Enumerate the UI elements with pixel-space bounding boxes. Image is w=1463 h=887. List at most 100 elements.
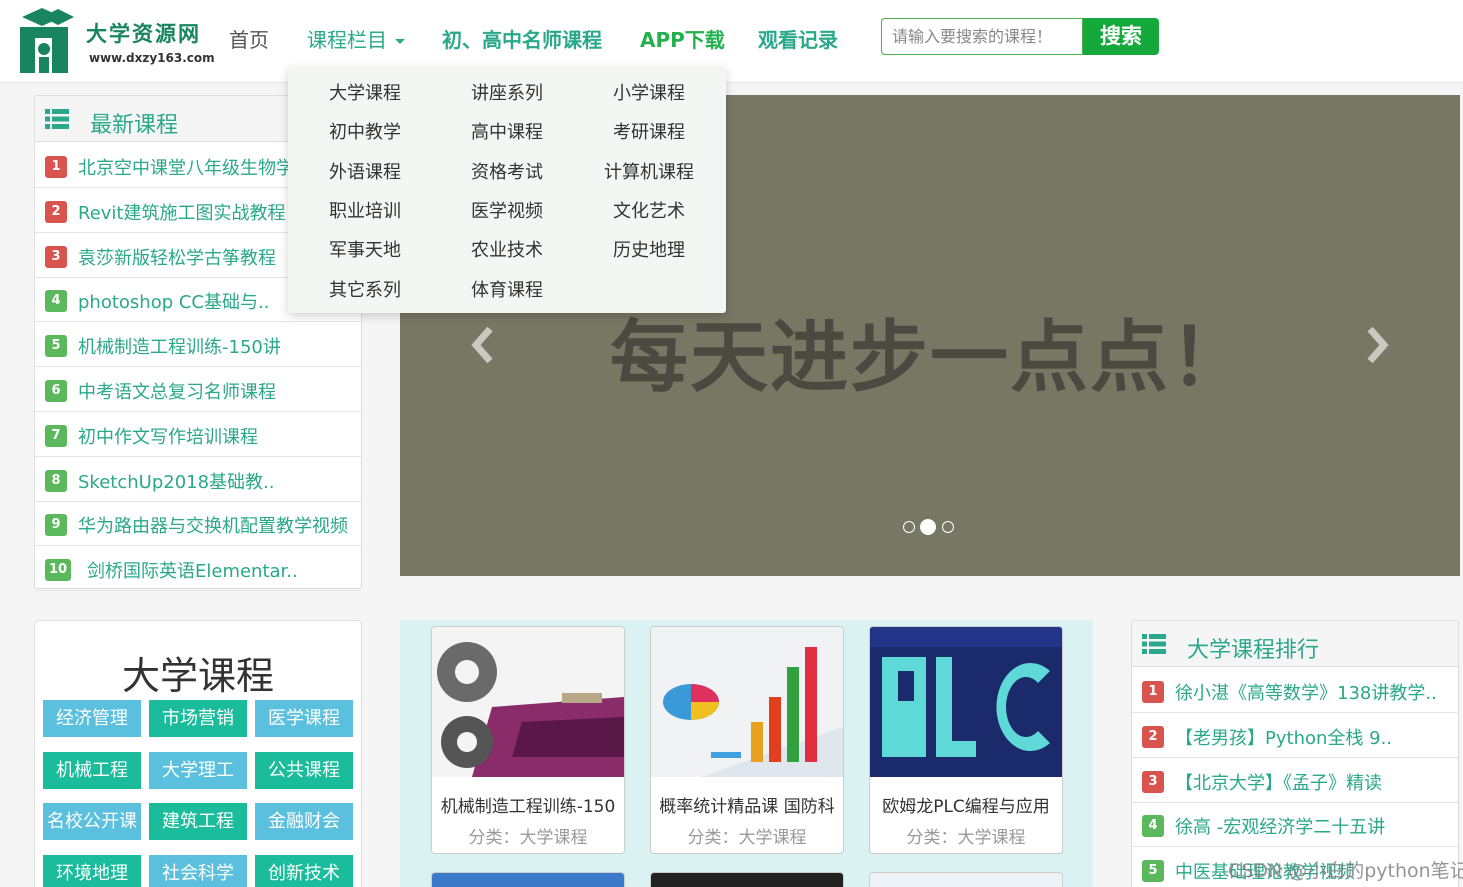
logo-icon[interactable] <box>16 3 82 75</box>
rank-badge: 2 <box>1142 725 1164 748</box>
list-icon <box>45 109 69 129</box>
search-button[interactable]: 搜索 <box>1083 18 1159 55</box>
category-tag[interactable]: 金融财会 <box>255 803 353 840</box>
category-tag[interactable]: 创新技术 <box>255 854 353 887</box>
card-title: 机械制造工程训练-150 <box>440 797 616 817</box>
list-item-title: 【北京大学】《孟子》精读 <box>1175 772 1382 794</box>
category-tag[interactable]: 建筑工程 <box>149 803 247 840</box>
rank-badge: 5 <box>45 335 67 358</box>
rank-badge: 8 <box>45 469 67 492</box>
category-tag[interactable]: 市场营销 <box>149 700 247 737</box>
card-title: 概率统计精品课 国防科 <box>659 797 835 817</box>
category-tag[interactable]: 机械工程 <box>43 751 141 789</box>
rank-badge: 9 <box>45 514 67 537</box>
dropdown-item[interactable]: 外语课程 <box>294 158 436 184</box>
dropdown-item[interactable]: 农业技术 <box>436 236 578 262</box>
dropdown-item[interactable]: 文化艺术 <box>578 197 720 223</box>
dropdown-item[interactable]: 讲座系列 <box>436 79 578 105</box>
dropdown-item[interactable]: 其它系列 <box>294 276 436 302</box>
dropdown-item[interactable]: 历史地理 <box>578 236 720 262</box>
nav-teachers[interactable]: 初、高中名师课程 <box>442 24 602 53</box>
course-card[interactable]: 概率统计精品课 国防科 分类：大学课程 <box>650 626 844 854</box>
category-tag[interactable]: 医学课程 <box>255 700 353 737</box>
university-ranking-panel: 大学课程排行 1 徐小湛《高等数学》138讲教学.. 2 【老男孩】Python全栈 … <box>1131 620 1459 887</box>
card-title: 欧姆龙PLC编程与应用 <box>882 797 1050 817</box>
course-thumbnail <box>432 627 624 777</box>
list-item-title: photoshop CC基础与.. <box>78 292 270 314</box>
category-tag[interactable]: 公共课程 <box>255 751 353 789</box>
dropdown-item[interactable]: 初中教学 <box>294 118 436 144</box>
course-thumbnail <box>651 627 843 777</box>
logo-name[interactable]: 大学资源网 <box>86 18 201 48</box>
course-card[interactable] <box>650 872 844 887</box>
list-item[interactable]: 6 中考语文总复习名师课程 <box>35 367 361 412</box>
list-item-title: SketchUp2018基础教.. <box>78 471 275 493</box>
search-input[interactable]: 请输入要搜索的课程！ <box>881 18 1083 55</box>
list-item[interactable]: 5 机械制造工程训练-150讲 <box>35 322 361 368</box>
list-item[interactable]: 4 徐高 -宏观经济学二十五讲 <box>1132 802 1458 848</box>
logo-url: www.dxzy163.com <box>89 51 215 65</box>
chevron-left-icon[interactable] <box>468 325 498 365</box>
carousel-dot[interactable] <box>942 521 954 533</box>
list-item-title: 华为路由器与交换机配置教学视频 <box>78 516 348 538</box>
course-card[interactable]: 机械制造工程训练-150 分类：大学课程 <box>431 626 625 854</box>
course-card[interactable]: 欧姆龙PLC编程与应用 分类：大学课程 <box>869 626 1063 854</box>
university-categories: 大学课程 经济管理 市场营销 医学课程 机械工程 大学理工 公共课程 名校公开课 建筑工程 金融… <box>34 620 362 887</box>
card-category: 分类：大学课程 <box>687 828 807 848</box>
list-item-title: 徐小湛《高等数学》138讲教学.. <box>1175 683 1437 704</box>
list-item[interactable]: 2 【老男孩】Python全栈 9.. <box>1132 713 1458 758</box>
site-header: 大学资源网 www.dxzy163.com 首页 课程栏目 初、高中名师课程 A… <box>0 0 1463 83</box>
category-tag[interactable]: 经济管理 <box>43 700 141 737</box>
dropdown-item[interactable]: 职业培训 <box>294 197 436 223</box>
list-item-title: 机械制造工程训练-150讲 <box>78 337 281 359</box>
rank-badge: 3 <box>45 245 67 268</box>
course-thumbnail <box>870 627 1062 777</box>
list-item[interactable]: 1 徐小湛《高等数学》138讲教学.. <box>1132 668 1458 713</box>
list-item-title: 北京空中课堂八年级生物学 <box>78 158 294 179</box>
panel-header: 大学课程排行 <box>1132 621 1458 667</box>
list-item-title: 中考语文总复习名师课程 <box>78 382 276 403</box>
rank-badge: 7 <box>45 424 67 447</box>
list-item-title: 徐高 -宏观经济学二十五讲 <box>1175 817 1386 839</box>
latest-title: 最新课程 <box>90 113 179 138</box>
carousel-indicators <box>903 518 963 535</box>
list-item[interactable]: 3 【北京大学】《孟子》精读 <box>1132 758 1458 803</box>
rank-badge: 2 <box>45 200 67 223</box>
dropdown-item[interactable]: 体育课程 <box>436 276 578 302</box>
dropdown-item[interactable]: 资格考试 <box>436 158 578 184</box>
dropdown-item[interactable]: 计算机课程 <box>578 158 720 184</box>
carousel-dot[interactable] <box>920 519 936 535</box>
rank-badge: 3 <box>1142 770 1164 793</box>
carousel-dot[interactable] <box>903 521 915 533</box>
nav-home[interactable]: 首页 <box>229 24 269 53</box>
category-tag[interactable]: 社会科学 <box>149 854 247 887</box>
nav-history[interactable]: 观看记录 <box>758 24 838 53</box>
rank-badge: 1 <box>45 156 67 178</box>
list-item[interactable]: 8 SketchUp2018基础教.. <box>35 457 361 502</box>
list-item[interactable]: 7 初中作文写作培训课程 <box>35 412 361 457</box>
list-item[interactable]: 10 剑桥国际英语Elementar.. <box>35 546 361 592</box>
category-tag[interactable]: 环境地理 <box>43 854 141 887</box>
list-item-title: 初中作文写作培训课程 <box>78 426 258 448</box>
list-icon <box>1142 634 1166 654</box>
nav-categories-label: 课程栏目 <box>307 28 387 52</box>
nav-app-download[interactable]: APP下载 <box>640 24 725 53</box>
dropdown-item[interactable]: 大学课程 <box>294 79 436 105</box>
caret-down-icon <box>395 39 405 44</box>
rank-badge: 10 <box>45 559 72 582</box>
dropdown-item[interactable]: 医学视频 <box>436 197 578 223</box>
chevron-right-icon[interactable] <box>1362 325 1392 365</box>
list-item-title: 袁莎新版轻松学古筝教程 <box>78 247 276 269</box>
dropdown-item[interactable]: 小学课程 <box>578 79 720 105</box>
dropdown-item[interactable]: 考研课程 <box>578 118 720 144</box>
list-item[interactable]: 9 华为路由器与交换机配置教学视频 <box>35 501 361 547</box>
dropdown-item[interactable]: 高中课程 <box>436 118 578 144</box>
category-tag[interactable]: 名校公开课 <box>43 803 141 840</box>
dropdown-item[interactable]: 军事天地 <box>294 236 436 262</box>
course-card[interactable] <box>431 872 625 887</box>
course-cards: 机械制造工程训练-150 分类：大学课程 概率统计精品课 国防科 分类：大学课程 <box>400 620 1093 887</box>
watermark: CSDN @小白的python笔记 <box>1228 860 1463 882</box>
nav-categories[interactable]: 课程栏目 <box>307 24 405 53</box>
course-card[interactable] <box>869 872 1063 887</box>
category-tag[interactable]: 大学理工 <box>149 751 247 789</box>
